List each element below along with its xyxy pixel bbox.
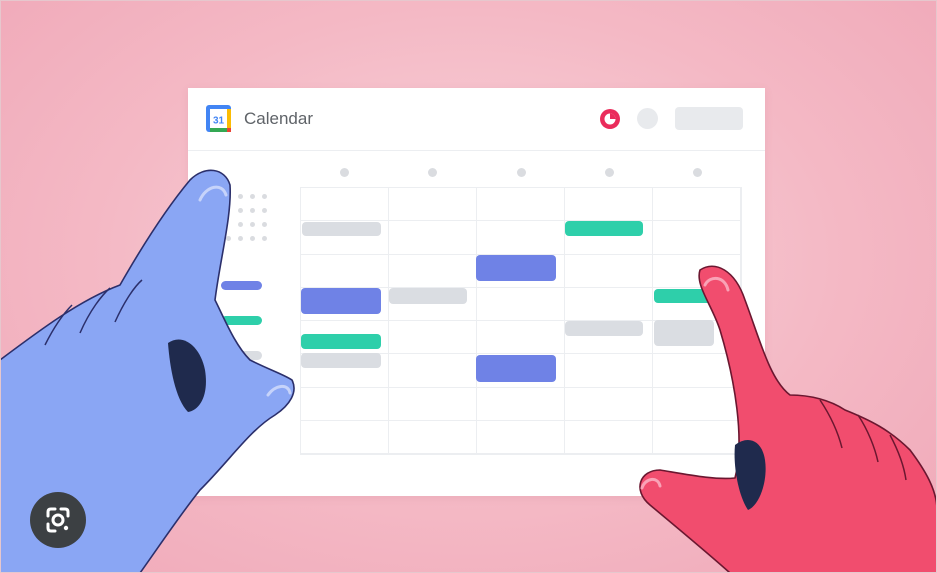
lens-button[interactable] (30, 492, 86, 548)
right-hand-illustration (639, 265, 937, 573)
hands-illustration (0, 169, 937, 573)
google-lens-icon (46, 507, 70, 533)
